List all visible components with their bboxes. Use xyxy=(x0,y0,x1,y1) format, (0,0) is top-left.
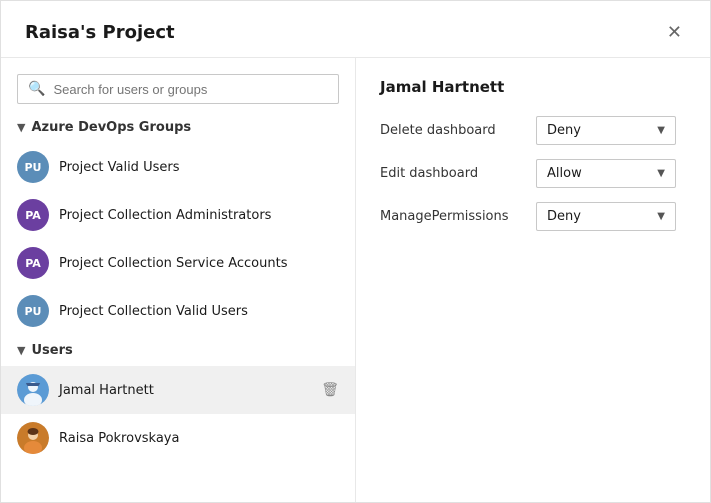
select-value: Allow xyxy=(547,166,649,181)
permissions-dialog: Raisa's Project ✕ 🔍 ▼ Azure DevOps Group… xyxy=(0,0,711,503)
list-item[interactable]: PA Project Collection Administrators xyxy=(1,191,355,239)
avatar: PA xyxy=(17,199,49,231)
group-name: Project Valid Users xyxy=(59,160,179,175)
group-name: Project Collection Service Accounts xyxy=(59,256,287,271)
search-icon: 🔍 xyxy=(28,81,45,97)
group-name: Project Collection Administrators xyxy=(59,208,271,223)
avatar: PU xyxy=(17,295,49,327)
user-name: Raisa Pokrovskaya xyxy=(59,431,179,446)
permission-label: ManagePermissions xyxy=(380,209,520,224)
select-value: Deny xyxy=(547,123,649,138)
list-item[interactable]: PU Project Collection Valid Users xyxy=(1,287,355,335)
avatar xyxy=(17,374,49,406)
list-item[interactable]: Raisa Pokrovskaya 🗑 xyxy=(1,414,355,462)
permission-row: Delete dashboard Deny ▼ xyxy=(380,116,686,145)
selected-user-title: Jamal Hartnett xyxy=(380,78,686,96)
permission-label: Edit dashboard xyxy=(380,166,520,181)
users-section-header[interactable]: ▼ Users xyxy=(1,335,355,366)
list-item[interactable]: PU Project Valid Users xyxy=(1,143,355,191)
search-container: 🔍 xyxy=(1,58,355,112)
azure-devops-groups-label: Azure DevOps Groups xyxy=(31,120,191,135)
delete-icon[interactable]: 🗑 xyxy=(321,382,339,398)
left-panel: 🔍 ▼ Azure DevOps Groups PU Project Valid… xyxy=(1,58,356,502)
select-value: Deny xyxy=(547,209,649,224)
close-button[interactable]: ✕ xyxy=(663,19,686,45)
users-section-label: Users xyxy=(31,343,72,358)
dialog-body: 🔍 ▼ Azure DevOps Groups PU Project Valid… xyxy=(1,58,710,502)
permission-row: Edit dashboard Allow ▼ xyxy=(380,159,686,188)
chevron-down-icon: ▼ xyxy=(17,121,25,134)
dialog-title: Raisa's Project xyxy=(25,22,175,43)
manage-permissions-select[interactable]: Deny ▼ xyxy=(536,202,676,231)
avatar: PU xyxy=(17,151,49,183)
chevron-down-icon: ▼ xyxy=(17,344,25,357)
group-name: Project Collection Valid Users xyxy=(59,304,248,319)
permission-row: ManagePermissions Deny ▼ xyxy=(380,202,686,231)
edit-dashboard-select[interactable]: Allow ▼ xyxy=(536,159,676,188)
chevron-down-icon: ▼ xyxy=(657,211,665,222)
avatar: PA xyxy=(17,247,49,279)
user-name: Jamal Hartnett xyxy=(59,383,154,398)
delete-dashboard-select[interactable]: Deny ▼ xyxy=(536,116,676,145)
dialog-header: Raisa's Project ✕ xyxy=(1,1,710,58)
list-item[interactable]: Jamal Hartnett 🗑 xyxy=(1,366,355,414)
search-input[interactable] xyxy=(53,82,328,97)
avatar xyxy=(17,422,49,454)
list-item[interactable]: PA Project Collection Service Accounts xyxy=(1,239,355,287)
azure-devops-groups-header[interactable]: ▼ Azure DevOps Groups xyxy=(1,112,355,143)
right-panel: Jamal Hartnett Delete dashboard Deny ▼ E… xyxy=(356,58,710,502)
permission-label: Delete dashboard xyxy=(380,123,520,138)
chevron-down-icon: ▼ xyxy=(657,168,665,179)
search-box[interactable]: 🔍 xyxy=(17,74,339,104)
chevron-down-icon: ▼ xyxy=(657,125,665,136)
